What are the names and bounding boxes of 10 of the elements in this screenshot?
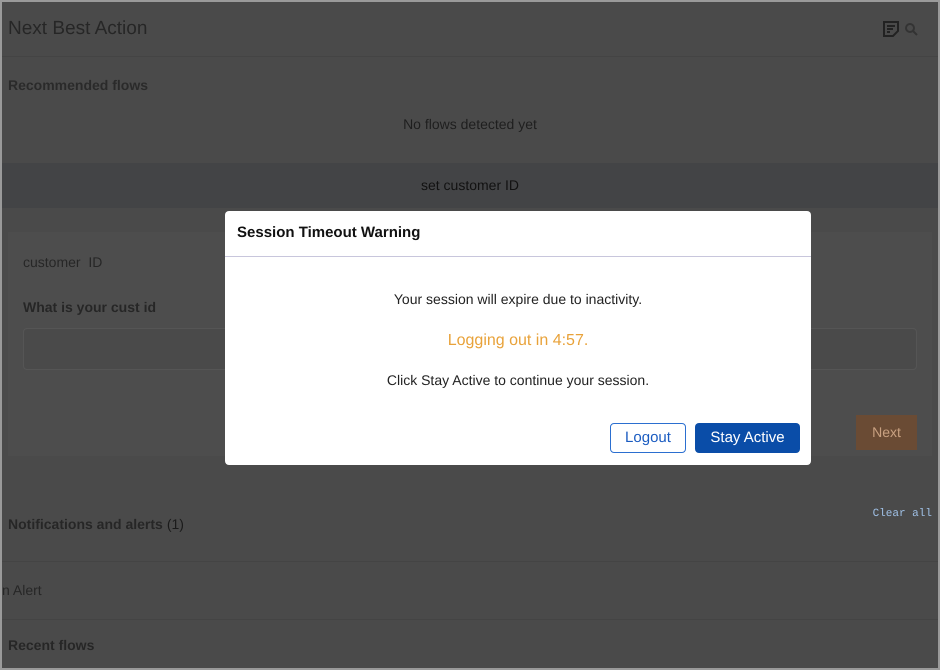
dialog-title: Session Timeout Warning xyxy=(237,223,420,244)
dialog-hint: Click Stay Active to continue your session. xyxy=(386,371,650,390)
search-icon[interactable] xyxy=(904,22,918,36)
clear-all-link[interactable]: Clear all xyxy=(872,506,932,522)
notes-icon[interactable] xyxy=(882,20,900,38)
countdown-text: Logging out in 4:57. xyxy=(448,331,588,351)
next-button[interactable]: Next xyxy=(856,415,917,450)
dialog-message: Your session will expire due to inactivity. xyxy=(394,290,642,309)
stay-active-button[interactable]: Stay Active xyxy=(695,423,800,453)
logout-button[interactable]: Logout xyxy=(610,423,686,453)
